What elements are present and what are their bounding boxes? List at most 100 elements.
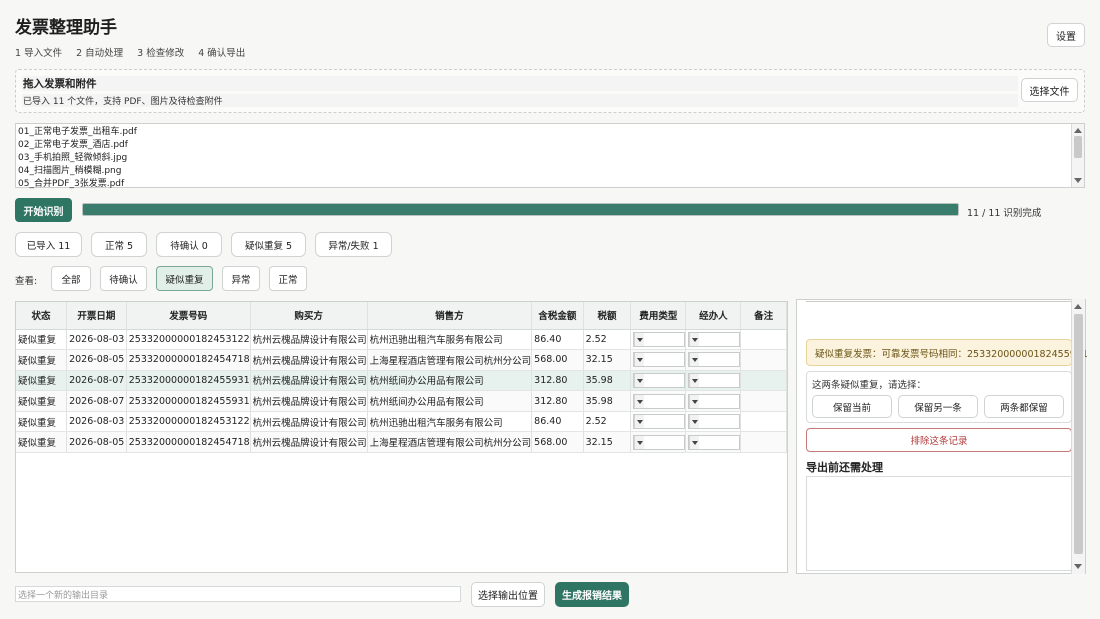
file-item[interactable]: 03_手机拍照_轻微倾斜.jpg [18,152,137,165]
col-date[interactable]: 开票日期 [66,302,127,330]
cell-tax: 35.98 [583,390,632,412]
handler-select[interactable] [688,434,740,450]
handler-select[interactable] [688,352,740,368]
chevron-down-icon[interactable] [689,353,700,367]
filter-all[interactable]: 全部 [51,266,91,291]
table-row[interactable]: 疑似重复 2026-08-07 25332000000182455931 杭州云槐品牌… [16,390,787,412]
choose-file-button[interactable]: 选择文件 [1021,78,1078,102]
pending-textarea[interactable] [806,476,1072,571]
scroll-thumb[interactable] [1074,136,1082,158]
keep-other-button[interactable]: 保留另一条 [898,395,978,418]
exclude-record-button[interactable]: 排除这条记录 [806,428,1072,452]
file-item[interactable]: 05_合并PDF_3张发票.pdf [18,178,137,191]
handler-select[interactable] [688,393,740,409]
col-tax[interactable]: 税额 [583,302,632,330]
chevron-down-icon[interactable] [689,394,700,408]
cell-expense-type [630,349,687,371]
filter-error[interactable]: 异常 [222,266,260,291]
step-import: 1 导入文件 [15,48,63,59]
chevron-down-icon[interactable] [634,435,645,449]
file-item[interactable]: 01_正常电子发票_出租车.pdf [18,126,137,139]
expense-type-select[interactable] [633,331,685,347]
scroll-up-icon[interactable] [1074,128,1082,133]
handler-select[interactable] [688,414,740,430]
col-status[interactable]: 状态 [16,302,68,330]
cell-note[interactable] [740,390,787,412]
stat-duplicate[interactable]: 疑似重复 5 [231,232,306,257]
file-list-scrollbar[interactable] [1071,124,1084,187]
chevron-down-icon[interactable] [634,332,645,346]
scroll-down-icon[interactable] [1074,178,1082,183]
generate-result-button[interactable]: 生成报销结果 [555,582,629,607]
scroll-thumb[interactable] [1074,314,1083,554]
col-handler[interactable]: 经办人 [685,302,742,330]
step-review: 3 检查修改 [137,48,185,59]
scroll-up-icon[interactable] [1074,304,1082,309]
progress-status: 11 / 11 识别完成 [967,208,1042,219]
stat-imported[interactable]: 已导入 11 [15,232,82,257]
output-dir-input[interactable]: 选择一个新的输出目录 [15,586,461,602]
col-number[interactable]: 发票号码 [126,302,251,330]
handler-select[interactable] [688,331,740,347]
cell-buyer: 杭州云槐品牌设计有限公司 [250,370,368,392]
cell-note[interactable] [740,411,787,433]
cell-tax: 32.15 [583,349,632,371]
chevron-down-icon[interactable] [689,415,700,429]
chevron-down-icon[interactable] [634,353,645,367]
chevron-down-icon[interactable] [689,332,700,346]
cell-status: 疑似重复 [16,431,68,454]
cell-expense-type [630,431,687,454]
cell-note[interactable] [740,370,787,392]
app-title: 发票整理助手 [15,18,117,38]
cell-amount: 568.00 [531,349,584,371]
cell-amount: 86.40 [531,329,584,351]
expense-type-select[interactable] [633,352,685,368]
table-row[interactable]: 疑似重复 2026-08-03 25332000000182453122 杭州云槐品牌… [16,329,787,351]
keep-both-button[interactable]: 两条都保留 [984,395,1064,418]
expense-type-select[interactable] [633,372,685,388]
cell-note[interactable] [740,349,787,371]
filter-label: 查看: [15,276,38,287]
table-row[interactable]: 疑似重复 2026-08-05 25332000000182454718 杭州云槐品牌… [16,431,787,454]
col-note[interactable]: 备注 [740,302,787,330]
filter-normal[interactable]: 正常 [269,266,307,291]
step-export: 4 确认导出 [198,48,246,59]
choose-output-button[interactable]: 选择输出位置 [471,582,545,607]
file-list[interactable]: 01_正常电子发票_出租车.pdf 02_正常电子发票_酒店.pdf 03_手机… [15,123,1085,191]
cell-date: 2026-08-07 [66,390,127,412]
table-row[interactable]: 疑似重复 2026-08-05 25332000000182454718 杭州云槐品牌… [16,349,787,371]
table-row[interactable]: 疑似重复 2026-08-07 25332000000182455931 杭州云槐品牌… [16,370,787,392]
handler-select[interactable] [688,372,740,388]
chevron-down-icon[interactable] [634,415,645,429]
chevron-down-icon[interactable] [689,435,700,449]
cell-note[interactable] [740,431,787,454]
filter-duplicate[interactable]: 疑似重复 [156,266,213,291]
chevron-down-icon[interactable] [634,373,645,387]
stat-pending[interactable]: 待确认 0 [156,232,222,257]
start-recognition-button[interactable]: 开始识别 [15,198,72,222]
detail-panel-scrollbar[interactable] [1071,299,1085,574]
keep-current-button[interactable]: 保留当前 [812,395,892,418]
expense-type-select[interactable] [633,414,685,430]
file-item[interactable]: 02_正常电子发票_酒店.pdf [18,139,137,152]
cell-expense-type [630,411,687,433]
col-seller[interactable]: 销售方 [367,302,533,330]
col-expense-type[interactable]: 费用类型 [630,302,687,330]
cell-tax: 2.52 [583,329,632,351]
file-item[interactable]: 04_扫描图片_稍模糊.png [18,165,137,178]
cell-note[interactable] [740,329,787,351]
table-row[interactable]: 疑似重复 2026-08-03 25332000000182453122 杭州云槐品牌… [16,411,787,433]
scroll-down-icon[interactable] [1074,564,1082,569]
cell-date: 2026-08-03 [66,329,127,351]
col-buyer[interactable]: 购买方 [250,302,368,330]
filter-pending[interactable]: 待确认 [100,266,147,291]
expense-type-select[interactable] [633,393,685,409]
stat-error[interactable]: 异常/失败 1 [315,232,392,257]
settings-button[interactable]: 设置 [1047,23,1085,47]
step-indicator: 1 导入文件 2 自动处理 3 检查修改 4 确认导出 [15,45,245,59]
stat-normal[interactable]: 正常 5 [91,232,147,257]
col-amount[interactable]: 含税金额 [531,302,584,330]
expense-type-select[interactable] [633,434,685,450]
chevron-down-icon[interactable] [689,373,700,387]
chevron-down-icon[interactable] [634,394,645,408]
